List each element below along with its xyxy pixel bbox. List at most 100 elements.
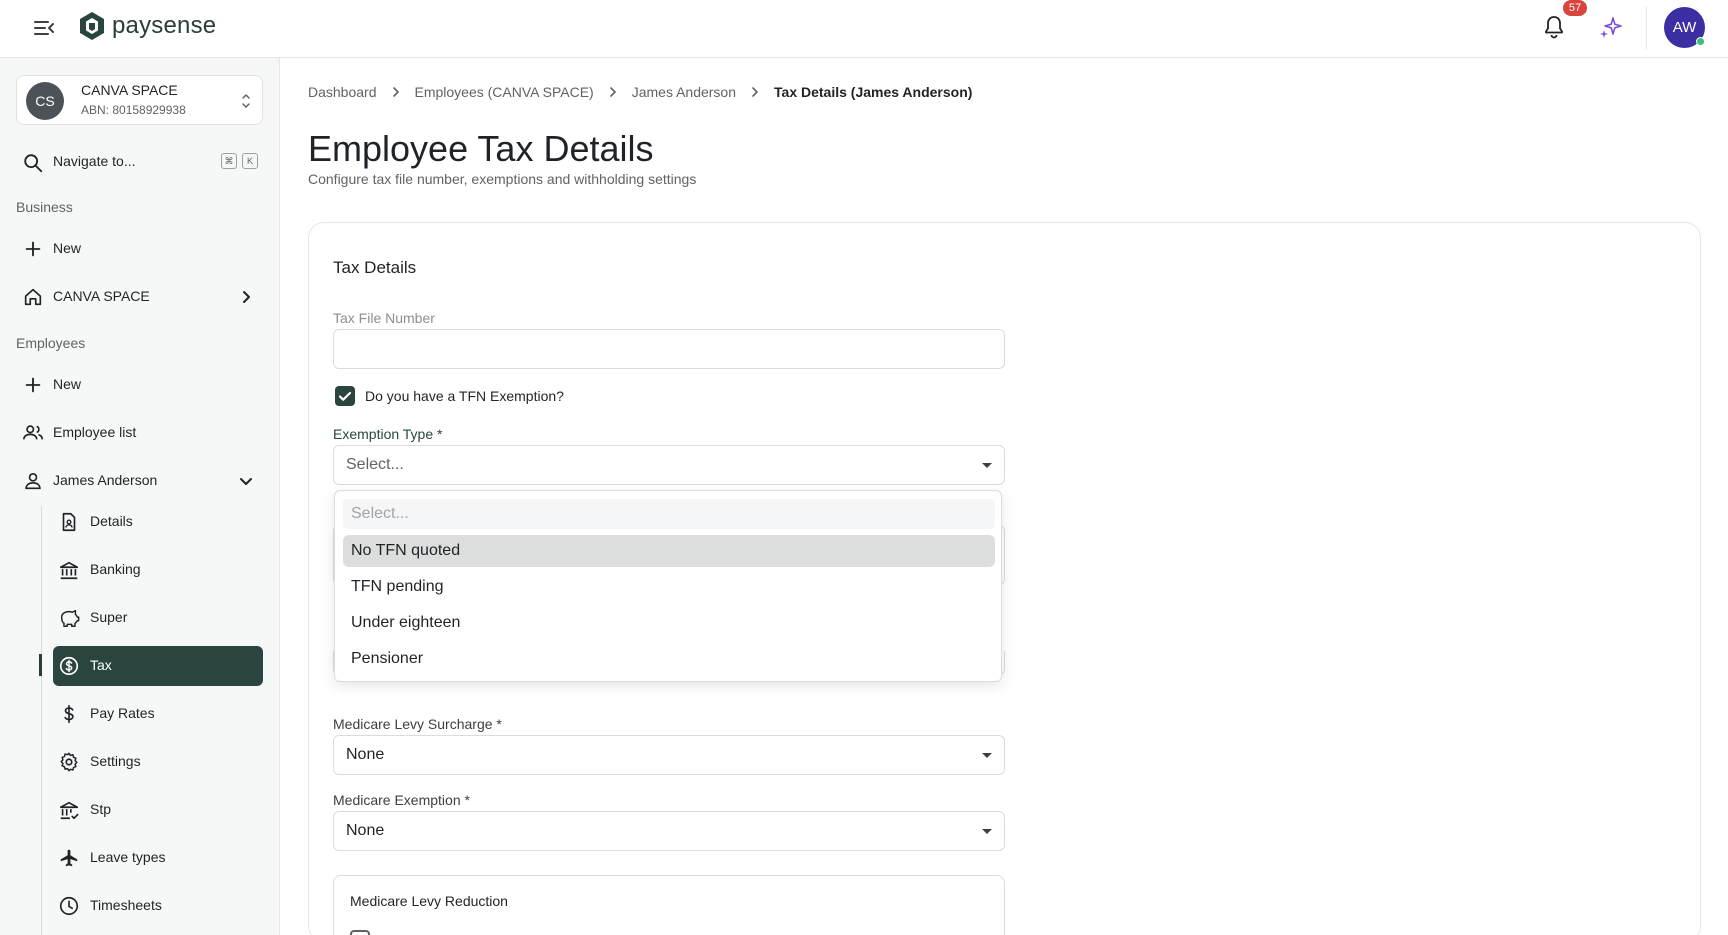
piggy-bank-icon xyxy=(60,609,80,627)
people-icon xyxy=(23,425,43,440)
notifications-badge: 57 xyxy=(1563,0,1587,16)
tfn-exemption-label: Do you have a TFN Exemption? xyxy=(365,388,564,404)
breadcrumb-employees[interactable]: Employees (CANVA SPACE) xyxy=(415,84,594,100)
exemption-type-select[interactable]: Select... xyxy=(333,445,1005,485)
sidebar-subitem-tax[interactable]: Tax xyxy=(53,646,263,686)
medicare-surcharge-select[interactable]: None xyxy=(333,735,1005,775)
bank-icon xyxy=(59,561,79,580)
sidebar-item-business-new[interactable]: New xyxy=(16,230,263,268)
checkmark-icon xyxy=(338,391,352,401)
dropdown-option-under-eighteen[interactable]: Under eighteen xyxy=(343,607,995,639)
sidebar-subitem-details[interactable]: Details xyxy=(53,502,263,542)
medicare-levy-reduction-title: Medicare Levy Reduction xyxy=(350,893,508,909)
page-subtitle: Configure tax file number, exemptions an… xyxy=(308,171,697,187)
person-icon xyxy=(25,473,41,490)
sidebar-subitem-label: Banking xyxy=(90,561,141,577)
dropdown-search-input[interactable] xyxy=(343,499,995,529)
user-initials: AW xyxy=(1672,19,1697,36)
navigate-to-search[interactable]: Navigate to... ⌘ K xyxy=(22,150,262,176)
dropdown-option-tfn-pending[interactable]: TFN pending xyxy=(343,571,995,603)
ai-sparkle-icon[interactable] xyxy=(1599,15,1623,39)
chevron-up-down-icon xyxy=(242,94,250,108)
sidebar-subitem-banking[interactable]: Banking xyxy=(53,550,263,590)
sidebar-item-label: James Anderson xyxy=(53,472,158,488)
medicare-exemption-select[interactable]: None xyxy=(333,811,1005,851)
paysense-logo-icon xyxy=(80,12,104,40)
tfn-exemption-checkbox[interactable] xyxy=(335,386,355,406)
chevron-right-icon xyxy=(392,87,399,97)
notifications-bell-icon[interactable] xyxy=(1542,14,1566,40)
exemption-type-label: Exemption Type * xyxy=(333,426,443,442)
breadcrumb-employee[interactable]: James Anderson xyxy=(632,84,736,100)
logo-text: paysense xyxy=(112,12,217,39)
breadcrumb-current: Tax Details (James Anderson) xyxy=(774,84,973,100)
sidebar-item-label: New xyxy=(53,240,82,256)
sidebar-subitem-timesheets[interactable]: Timesheets xyxy=(53,886,263,926)
sidebar-subitem-stp[interactable]: Stp xyxy=(53,790,263,830)
dropdown-option-label: Pensioner xyxy=(351,650,424,667)
sidebar-item-label: CANVA SPACE xyxy=(53,288,150,304)
submenu-rail xyxy=(41,506,42,935)
search-icon xyxy=(24,154,43,173)
gear-icon xyxy=(60,752,78,772)
sidebar-item-employee-list[interactable]: Employee list xyxy=(16,414,263,452)
medicare-reduction-checkbox[interactable] xyxy=(350,930,370,935)
plus-icon xyxy=(25,377,41,393)
org-abn: ABN: 80158929938 xyxy=(81,103,186,117)
sidebar-subitem-label: Details xyxy=(90,513,133,529)
medicare-surcharge-label: Medicare Levy Surcharge * xyxy=(333,716,502,732)
sidebar-subitem-label: Tax xyxy=(90,657,112,673)
dropdown-option-label: No TFN quoted xyxy=(351,542,461,559)
navigate-to-label: Navigate to... xyxy=(53,153,136,169)
sidebar-subitem-label: Settings xyxy=(90,753,141,769)
sidebar-subitem-settings[interactable]: Settings xyxy=(53,742,263,782)
user-avatar[interactable]: AW xyxy=(1664,7,1705,48)
section-label-employees: Employees xyxy=(16,335,86,351)
chevron-right-icon xyxy=(752,87,759,97)
sidebar-subitem-label: Super xyxy=(90,609,128,625)
dropdown-option-no-tfn-quoted[interactable]: No TFN quoted xyxy=(343,535,995,567)
tfn-label: Tax File Number xyxy=(333,310,435,326)
chevron-right-icon xyxy=(243,291,250,303)
chevron-right-icon xyxy=(609,87,616,97)
sidebar: CS CANVA SPACE ABN: 80158929938 Navigate… xyxy=(0,58,280,935)
sidebar-item-canva-space[interactable]: CANVA SPACE xyxy=(16,278,263,316)
topbar-divider xyxy=(1646,6,1647,50)
dropdown-option-label: Under eighteen xyxy=(351,614,461,631)
caret-down-icon xyxy=(982,463,992,468)
sidebar-item-label: Employee list xyxy=(53,424,137,440)
app-logo[interactable]: paysense xyxy=(78,11,216,41)
caret-down-icon xyxy=(982,829,992,834)
online-status-dot xyxy=(1696,37,1705,46)
sidebar-subitem-super[interactable]: Super xyxy=(53,598,263,638)
sidebar-item-james-anderson[interactable]: James Anderson xyxy=(16,462,263,500)
plus-icon xyxy=(25,241,41,257)
command-key-hint: ⌘ xyxy=(221,153,237,169)
sidebar-item-employee-new[interactable]: New xyxy=(16,366,263,404)
home-icon xyxy=(24,288,42,306)
submenu-active-indicator xyxy=(39,654,42,676)
sidebar-subitem-label: Timesheets xyxy=(90,897,162,913)
top-bar: paysense 57 AW xyxy=(0,0,1728,58)
document-icon xyxy=(62,512,76,532)
caret-down-icon xyxy=(982,753,992,758)
section-label-business: Business xyxy=(16,199,73,215)
sidebar-subitem-label: Pay Rates xyxy=(90,705,155,721)
dropdown-option-pensioner[interactable]: Pensioner xyxy=(343,643,995,675)
sidebar-subitem-leave-types[interactable]: Leave types xyxy=(53,838,263,878)
sidebar-subitem-pay-rates[interactable]: Pay Rates xyxy=(53,694,263,734)
menu-collapse-icon[interactable] xyxy=(32,16,56,40)
medicare-surcharge-value: None xyxy=(346,746,385,763)
chevron-down-icon xyxy=(240,478,252,485)
org-avatar: CS xyxy=(26,82,64,120)
page-title: Employee Tax Details xyxy=(308,128,654,169)
org-switcher[interactable]: CS CANVA SPACE ABN: 80158929938 xyxy=(16,75,263,125)
breadcrumb-dashboard[interactable]: Dashboard xyxy=(308,84,377,100)
medicare-levy-reduction-section: Medicare Levy Reduction xyxy=(333,875,1005,935)
exemption-type-dropdown-menu: No TFN quoted TFN pending Under eighteen… xyxy=(334,490,1002,682)
tfn-input[interactable] xyxy=(333,329,1005,369)
sidebar-subitem-label: Stp xyxy=(90,801,112,817)
bank-check-icon xyxy=(59,801,79,820)
dollar-icon xyxy=(64,704,74,724)
breadcrumb: Dashboard Employees (CANVA SPACE) James … xyxy=(308,84,972,100)
